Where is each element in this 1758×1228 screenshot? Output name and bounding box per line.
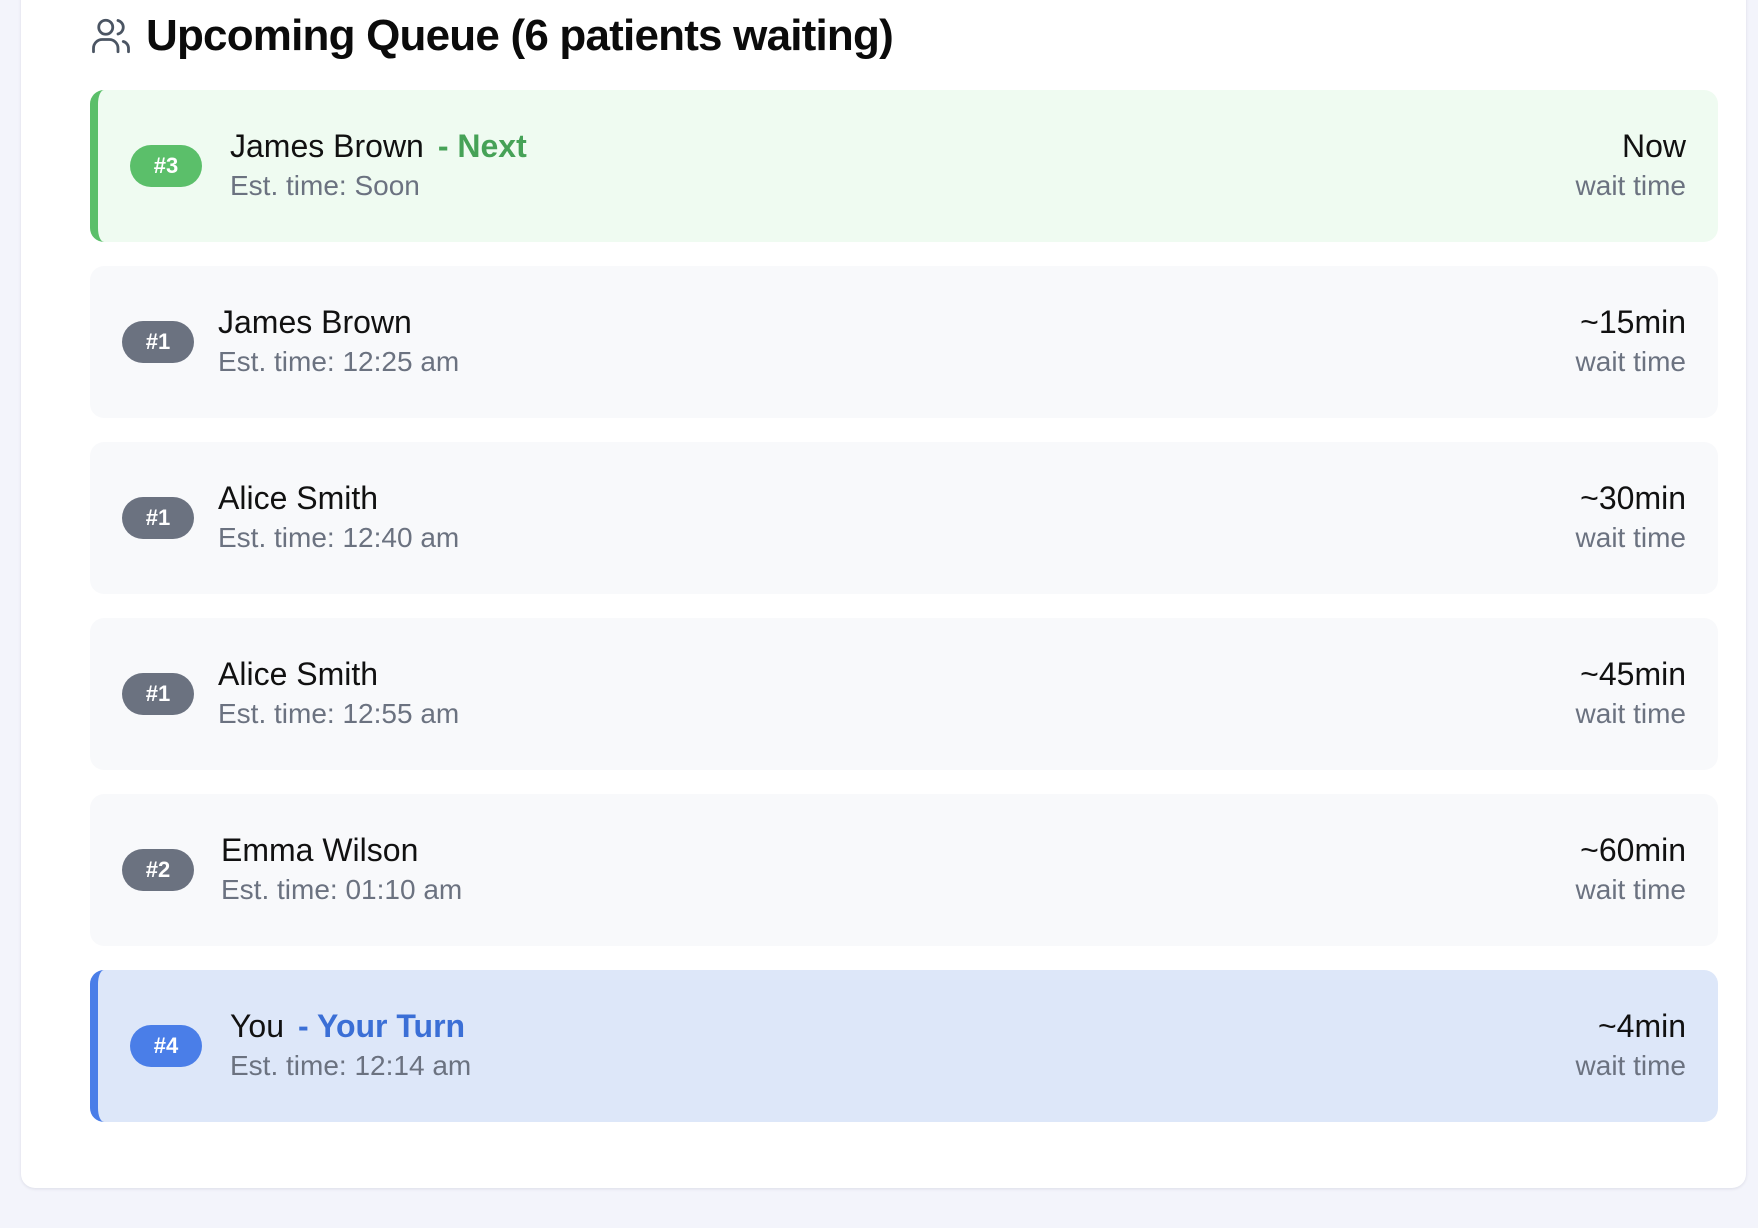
patient-name: Alice Smith <box>218 656 379 692</box>
wait-info: ~30min wait time <box>1576 478 1686 554</box>
position-badge: #3 <box>130 145 202 187</box>
position-badge: #1 <box>122 321 194 363</box>
patient-info: James Brown Est. time: 12:25 am <box>218 302 459 378</box>
queue-card: Upcoming Queue (6 patients waiting) #3 J… <box>21 0 1746 1188</box>
wait-label: wait time <box>1575 874 1686 905</box>
estimated-time: Est. time: 12:55 am <box>218 698 460 729</box>
wait-label: wait time <box>1575 170 1686 201</box>
position-badge: #1 <box>122 497 194 539</box>
patient-info: Alice Smith Est. time: 12:55 am <box>218 654 459 730</box>
queue-item[interactable]: #1 Alice Smith Est. time: 12:40 am ~30mi… <box>90 442 1718 594</box>
patient-info: James Brown - Next Est. time: Soon <box>230 126 527 202</box>
position-badge: #4 <box>130 1025 202 1067</box>
wait-value: ~45min <box>1580 656 1686 692</box>
patient-name: James Brown <box>230 128 424 164</box>
wait-label: wait time <box>1575 698 1686 729</box>
patient-name: James Brown <box>218 304 412 340</box>
estimated-time: Est. time: 01:10 am <box>221 874 463 905</box>
patient-info: You - Your Turn Est. time: 12:14 am <box>230 1006 471 1082</box>
queue-header: Upcoming Queue (6 patients waiting) <box>90 8 894 64</box>
queue-item[interactable]: #1 Alice Smith Est. time: 12:55 am ~45mi… <box>90 618 1718 770</box>
wait-info: Now wait time <box>1576 126 1686 202</box>
wait-label: wait time <box>1575 522 1686 553</box>
queue-item-next[interactable]: #3 James Brown - Next Est. time: Soon Now… <box>90 90 1718 242</box>
position-badge: #2 <box>122 849 194 891</box>
wait-value: ~4min <box>1597 1008 1686 1044</box>
wait-info: ~45min wait time <box>1576 654 1686 730</box>
queue-item[interactable]: #1 James Brown Est. time: 12:25 am ~15mi… <box>90 266 1718 418</box>
wait-label: wait time <box>1575 346 1686 377</box>
wait-value: ~60min <box>1580 832 1686 868</box>
page-title: Upcoming Queue (6 patients waiting) <box>146 11 894 60</box>
patient-name: Emma Wilson <box>221 832 419 868</box>
queue-item-you[interactable]: #4 You - Your Turn Est. time: 12:14 am ~4… <box>90 970 1718 1122</box>
queue-item[interactable]: #2 Emma Wilson Est. time: 01:10 am ~60mi… <box>90 794 1718 946</box>
queue-list: #3 James Brown - Next Est. time: Soon Now… <box>90 90 1718 1146</box>
patient-name: You <box>230 1008 284 1044</box>
wait-value: ~30min <box>1580 480 1686 516</box>
estimated-time: Est. time: 12:40 am <box>218 522 460 553</box>
estimated-time: Est. time: Soon <box>230 170 420 201</box>
patient-info: Emma Wilson Est. time: 01:10 am <box>221 830 462 906</box>
wait-info: ~60min wait time <box>1576 830 1686 906</box>
next-tag: - Next <box>437 128 527 164</box>
wait-value: ~15min <box>1580 304 1686 340</box>
wait-label: wait time <box>1575 1050 1686 1081</box>
your-turn-tag: - Your Turn <box>298 1008 466 1044</box>
estimated-time: Est. time: 12:14 am <box>230 1050 472 1081</box>
patient-name: Alice Smith <box>218 480 379 516</box>
wait-info: ~4min wait time <box>1576 1006 1686 1082</box>
wait-info: ~15min wait time <box>1576 302 1686 378</box>
patient-info: Alice Smith Est. time: 12:40 am <box>218 478 459 554</box>
wait-value: Now <box>1621 128 1686 164</box>
position-badge: #1 <box>122 673 194 715</box>
users-icon <box>90 15 132 57</box>
estimated-time: Est. time: 12:25 am <box>218 346 460 377</box>
